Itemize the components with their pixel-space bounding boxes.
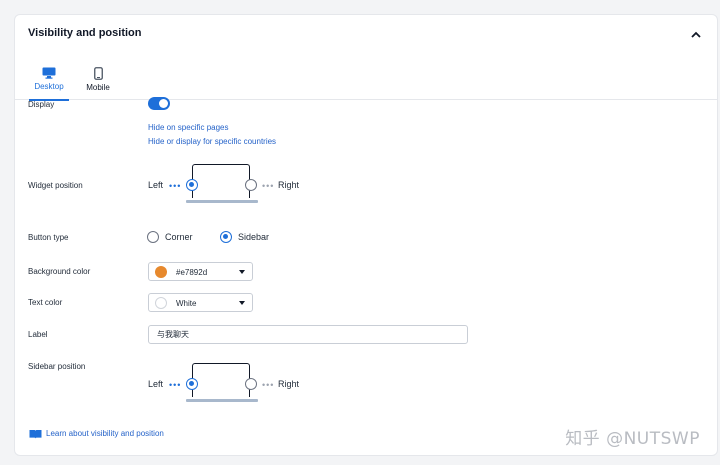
widget-right-label: Right [278, 180, 300, 190]
section-title: Visibility and position [28, 27, 142, 39]
left-dots: ••• [169, 181, 182, 191]
right-dots: ••• [262, 181, 275, 191]
button-type-sidebar[interactable]: Sidebar [220, 231, 280, 243]
left-dots: ••• [169, 380, 182, 390]
tab-desktop-label: Desktop [34, 82, 64, 91]
display-toggle[interactable] [148, 97, 170, 110]
laptop-illustration [192, 164, 250, 198]
sidebar-radio[interactable] [220, 231, 232, 243]
toggle-knob [159, 99, 168, 108]
visibility-position-card: Visibility and position Desktop Mobile D… [14, 14, 718, 456]
button-type-label: Button type [28, 233, 69, 242]
corner-radio[interactable] [147, 231, 159, 243]
sidebar-left-radio[interactable] [186, 378, 198, 390]
widget-left-radio[interactable] [186, 179, 198, 191]
right-dots: ••• [262, 380, 275, 390]
chevron-down-icon [239, 301, 245, 305]
watermark: 知乎 @NUTSWP [565, 429, 700, 449]
sidebar-right-radio[interactable] [245, 378, 257, 390]
button-type-corner[interactable]: Corner [147, 231, 207, 243]
tab-mobile-label: Mobile [86, 83, 110, 92]
chevron-down-icon [239, 270, 245, 274]
widget-right-radio[interactable] [245, 179, 257, 191]
text-color-select[interactable]: White [148, 293, 253, 312]
text-color-label: Text color [28, 298, 63, 307]
learn-more-text: Learn about visibility and position [46, 429, 164, 438]
background-color-value: #e7892d [176, 268, 208, 277]
label-input[interactable]: 与我聊天 [148, 325, 468, 344]
text-color-value: White [176, 299, 197, 308]
background-color-select[interactable]: #e7892d [148, 262, 253, 281]
laptop-base [186, 200, 258, 203]
background-color-label: Background color [28, 267, 91, 276]
display-label: Display [28, 100, 55, 109]
book-icon [29, 430, 42, 439]
sidebar-left-label: Left [148, 379, 164, 389]
desktop-icon [42, 67, 56, 79]
chevron-up-icon[interactable] [689, 27, 703, 41]
color-swatch [155, 266, 167, 278]
corner-label: Corner [165, 232, 193, 242]
tab-mobile[interactable]: Mobile [81, 51, 115, 100]
widget-position-picker: Left ••• ••• Right [148, 164, 308, 210]
widget-position-label: Widget position [28, 181, 83, 190]
laptop-base [186, 399, 258, 402]
sidebar-right-label: Right [278, 379, 300, 389]
hide-on-pages-link[interactable]: Hide on specific pages [148, 123, 229, 132]
sidebar-position-label: Sidebar position [28, 362, 86, 371]
hide-by-country-link[interactable]: Hide or display for specific countries [148, 137, 276, 146]
mobile-icon [93, 67, 103, 80]
laptop-illustration [192, 363, 250, 397]
label-field-label: Label [28, 330, 48, 339]
color-swatch [155, 297, 167, 309]
tab-desktop[interactable]: Desktop [29, 51, 69, 101]
learn-more-link[interactable]: Learn about visibility and position [29, 428, 229, 440]
widget-left-label: Left [148, 180, 164, 190]
sidebar-label: Sidebar [238, 232, 270, 242]
sidebar-position-picker: Left ••• ••• Right [148, 363, 308, 409]
device-tabs: Desktop Mobile [15, 51, 717, 101]
card-header[interactable]: Visibility and position [15, 15, 717, 55]
